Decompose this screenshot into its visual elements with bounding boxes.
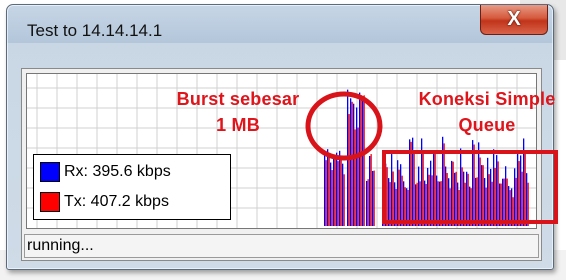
- rx-rate: Rx: 395.6 kbps: [64, 163, 171, 180]
- tx-swatch: [40, 192, 60, 212]
- queue-annotation: Koneksi Simple Queue: [402, 86, 566, 138]
- queue-annotation-line1: Koneksi Simple: [418, 89, 556, 109]
- annotation-overlay: [305, 91, 558, 224]
- queue-annotation-line2: Queue: [458, 115, 516, 135]
- traffic-legend: Rx: 395.6 kbps Tx: 407.2 kbps: [33, 154, 231, 220]
- legend-rx: Rx: 395.6 kbps: [40, 161, 171, 183]
- queue-highlight-box: [382, 150, 558, 224]
- burst-annotation-line1: Burst sebesar: [176, 89, 300, 109]
- burst-highlight-circle: [305, 91, 383, 161]
- legend-tx: Tx: 407.2 kbps: [40, 191, 169, 213]
- burst-annotation: Burst sebesar 1 MB: [163, 86, 313, 138]
- tx-rate: Tx: 407.2 kbps: [64, 193, 169, 210]
- rx-swatch: [40, 162, 60, 182]
- burst-annotation-line2: 1 MB: [216, 115, 260, 135]
